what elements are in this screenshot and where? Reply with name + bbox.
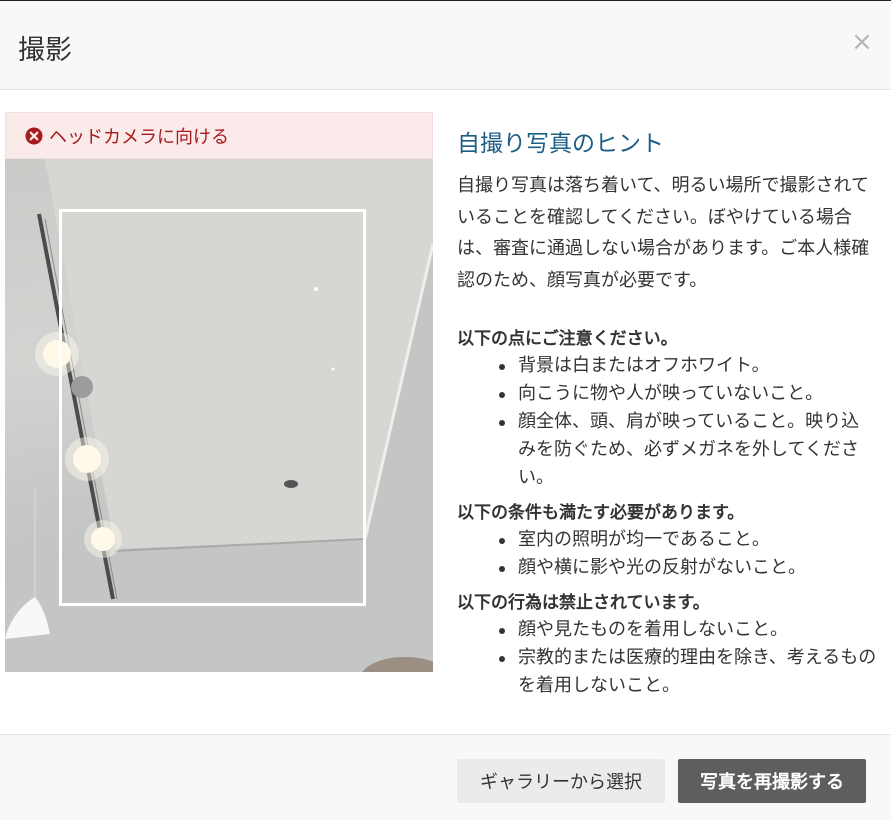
modal-footer: ギャラリーから選択 写真を再撮影する — [0, 734, 891, 820]
selfie-tips: 自撮り写真のヒント 自撮り写真は落ち着いて、明るい場所で撮影されていることを確認… — [457, 124, 877, 708]
section-heading-notes: 以下の点にご注意ください。 — [457, 329, 678, 349]
list-item: 宗教的または医療的理由を除き、考えるものを着用しないこと。 — [497, 644, 877, 700]
conditions-list: 室内の照明が均一であること。 顔や横に影や光の反射がないこと。 — [457, 526, 877, 582]
list-item: 顔全体、頭、肩が映っていること。映り込みを防ぐため、必ずメガネを外してください。 — [497, 408, 877, 492]
section-heading-conditions: 以下の条件も満たす必要があります。 — [457, 503, 745, 523]
alert-text: ヘッドカメラに向ける — [49, 126, 229, 148]
modal-header: 撮影 × — [0, 0, 891, 90]
choose-from-gallery-button[interactable]: ギャラリーから選択 — [457, 759, 665, 803]
face-frame-guide — [59, 209, 366, 606]
close-circle-icon — [25, 127, 43, 145]
camera-alert: ヘッドカメラに向ける — [5, 112, 433, 159]
list-item: 背景は白またはオフホワイト。 — [497, 352, 877, 380]
camera-preview — [5, 159, 433, 672]
prohibited-list: 顔や見たものを着用しないこと。 宗教的または医療的理由を除き、考えるものを着用し… — [457, 616, 877, 700]
close-icon[interactable]: × — [851, 27, 873, 57]
section-heading-prohibited: 以下の行為は禁止されています。 — [457, 593, 710, 613]
tips-title: 自撮り写真のヒント — [457, 131, 664, 157]
notes-list: 背景は白またはオフホワイト。 向こうに物や人が映っていないこと。 顔全体、頭、肩… — [457, 352, 877, 492]
tips-intro: 自撮り写真は落ち着いて、明るい場所で撮影されていることを確認してください。ぼやけ… — [457, 175, 870, 291]
list-item: 顔や横に影や光の反射がないこと。 — [497, 554, 877, 582]
list-item: 向こうに物や人が映っていないこと。 — [497, 380, 877, 408]
retake-photo-button[interactable]: 写真を再撮影する — [678, 759, 866, 803]
modal-title: 撮影 — [18, 35, 72, 66]
list-item: 室内の照明が均一であること。 — [497, 526, 877, 554]
list-item: 顔や見たものを着用しないこと。 — [497, 616, 877, 644]
